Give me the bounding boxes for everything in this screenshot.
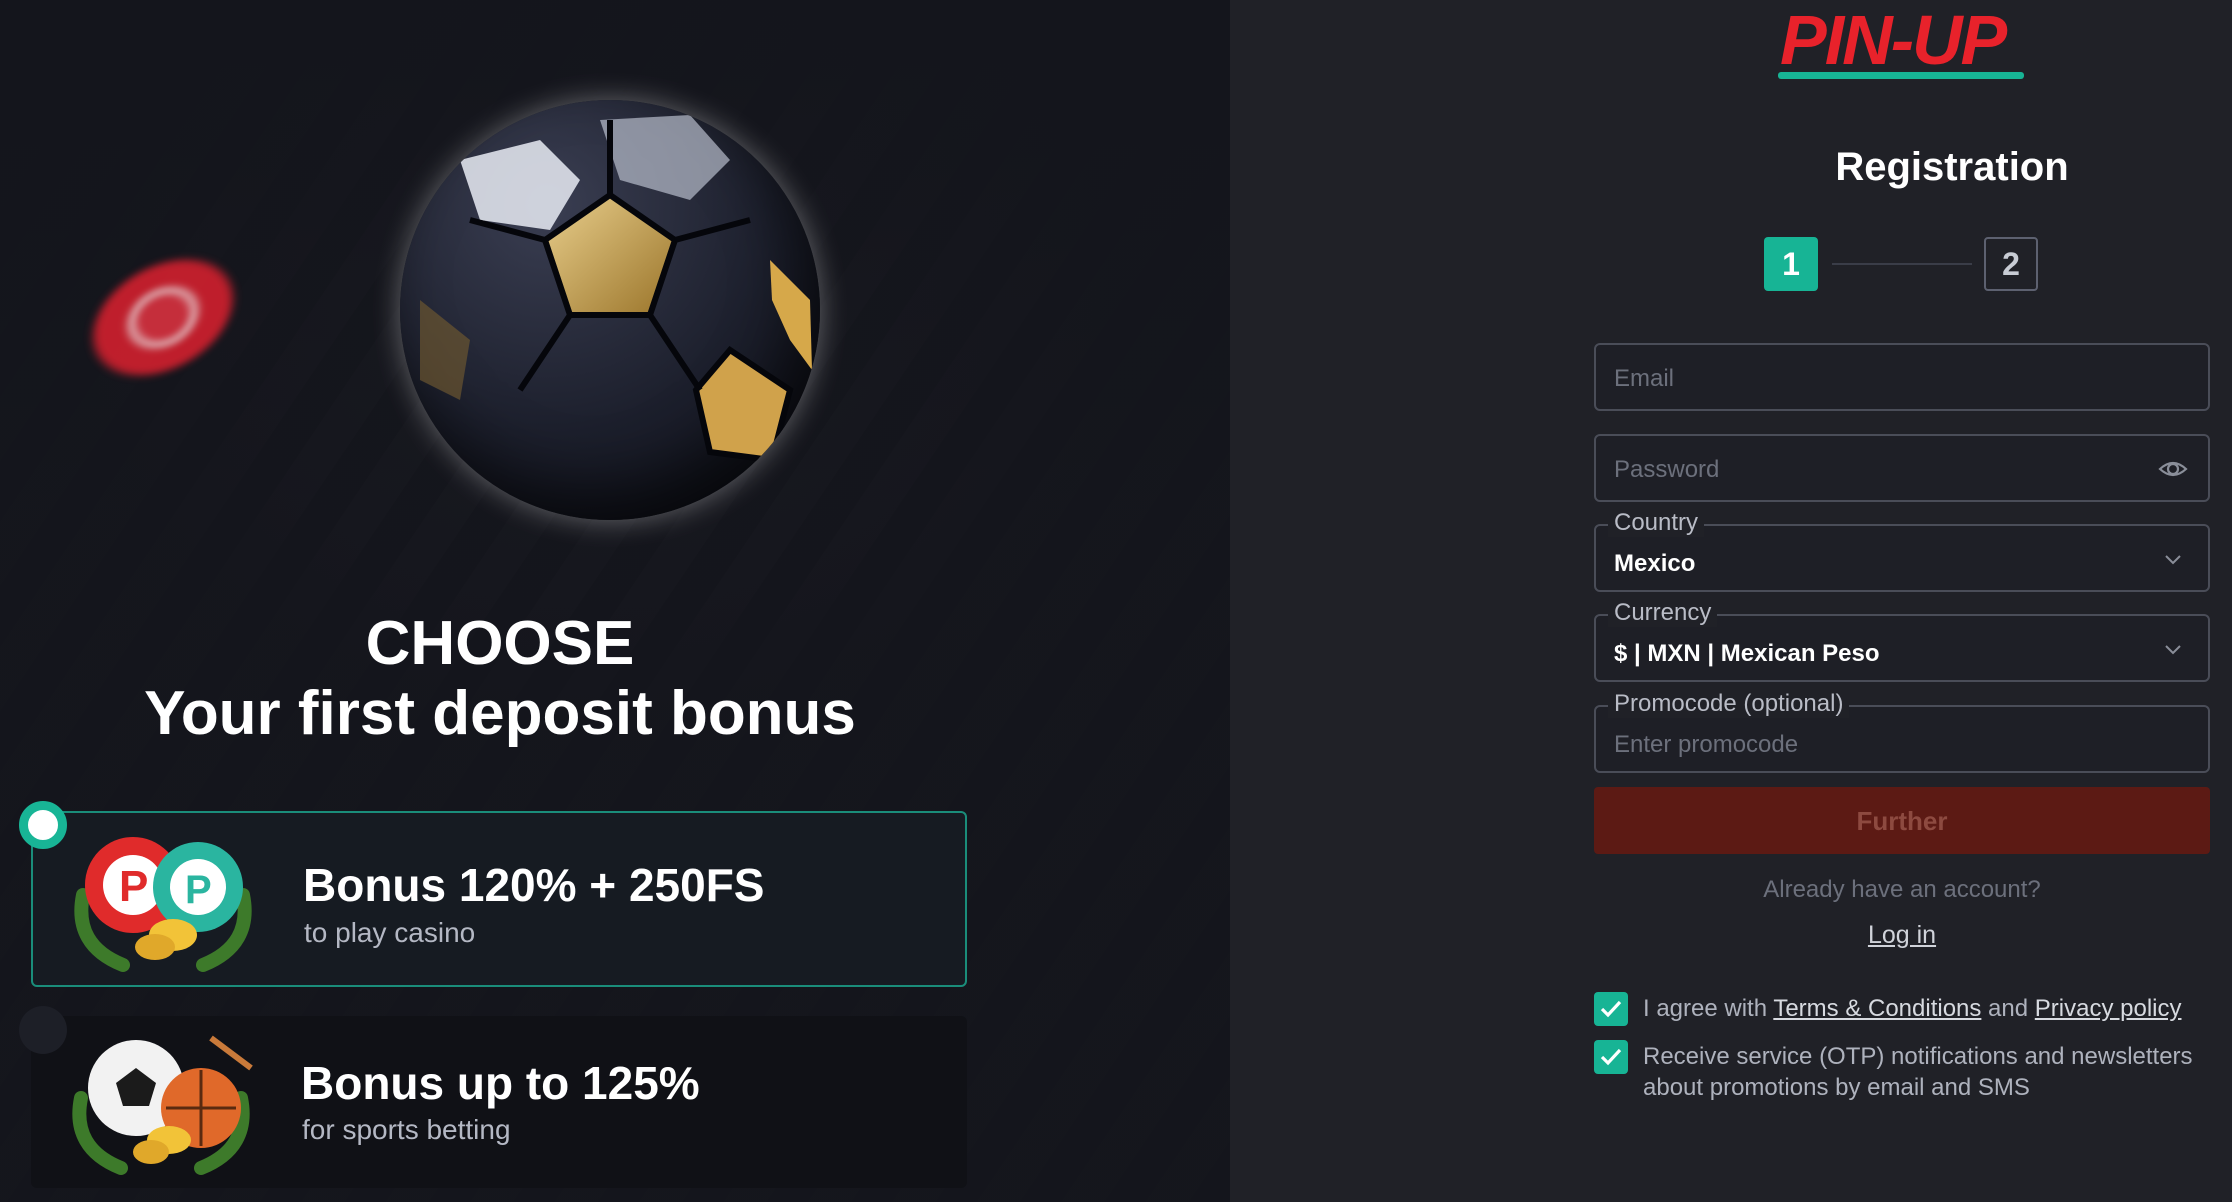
password-field[interactable]: Password <box>1594 434 2210 502</box>
privacy-link[interactable]: Privacy policy <box>2035 995 2182 1022</box>
country-select[interactable]: Country Mexico <box>1594 509 2210 592</box>
terms-link[interactable]: Terms & Conditions <box>1773 995 1981 1022</box>
registration-panel: PIN-UP Registration 1 2 Email Password C… <box>1230 0 2232 1202</box>
login-link[interactable]: Log in <box>1868 921 1936 949</box>
email-field[interactable]: Email <box>1594 343 2210 411</box>
sports-bonus-image <box>61 1028 261 1178</box>
soccer-ball-image <box>400 100 820 520</box>
svg-text:PIN-UP: PIN-UP <box>1780 1 2008 79</box>
chevron-down-icon[interactable] <box>2158 636 2188 662</box>
email-placeholder: Email <box>1614 365 1675 392</box>
further-button[interactable]: Further <box>1594 787 2210 854</box>
step-1-indicator: 1 <box>1764 237 1818 291</box>
login-link-wrap: Log in <box>1594 921 2210 950</box>
bonus-title: Bonus 120% + 250FS <box>303 859 765 911</box>
bonus-radio-casino[interactable] <box>19 801 67 849</box>
bonus-subtitle: for sports betting <box>302 1114 511 1145</box>
page-title: Registration <box>1835 145 2069 189</box>
currency-label: Currency <box>1608 599 1718 627</box>
country-value: Mexico <box>1614 550 1696 577</box>
country-label: Country <box>1608 509 1705 537</box>
bonus-option-casino[interactable]: P P Bonus 120% + 250FS to play casino <box>31 811 967 987</box>
password-placeholder: Password <box>1614 456 1720 483</box>
promo-panel: CHOOSE Your first deposit bonus P P Bonu… <box>0 0 1230 1202</box>
check-icon <box>1600 1048 1622 1066</box>
bonus-option-sports[interactable]: Bonus up to 125% for sports betting <box>31 1016 967 1188</box>
bonus-radio-sports[interactable] <box>19 1006 67 1054</box>
chevron-down-icon[interactable] <box>2158 546 2188 572</box>
already-have-account-text: Already have an account? <box>1763 876 2041 903</box>
eye-icon[interactable] <box>2158 456 2188 482</box>
promocode-label: Promocode (optional) <box>1608 690 1850 718</box>
bonus-subtitle: to play casino <box>304 917 476 948</box>
promocode-placeholder: Enter promocode <box>1614 731 1799 758</box>
step-connector <box>1832 263 1972 265</box>
promocode-field[interactable]: Promocode (optional) Enter promocode <box>1594 690 2210 773</box>
newsletter-checkbox[interactable] <box>1594 1040 1628 1074</box>
newsletter-agreement-text: Receive service (OTP) notifications and … <box>1643 1043 2193 1101</box>
step-2-indicator: 2 <box>1984 237 2038 291</box>
bonus-title: Bonus up to 125% <box>301 1057 700 1109</box>
promo-subheadline: Your first deposit bonus <box>144 679 856 748</box>
terms-checkbox[interactable] <box>1594 992 1628 1026</box>
currency-value: $ | MXN | Mexican Peso <box>1614 640 1880 667</box>
svg-text:P: P <box>185 868 212 912</box>
currency-select[interactable]: Currency $ | MXN | Mexican Peso <box>1594 599 2210 682</box>
promo-headline: CHOOSE <box>365 609 635 678</box>
pin-up-logo[interactable]: PIN-UP <box>1778 0 2028 82</box>
terms-agreement-text: I agree with Terms & Conditions and Priv… <box>1643 995 2182 1022</box>
check-icon <box>1600 1000 1622 1018</box>
casino-bonus-image: P P <box>63 825 263 975</box>
svg-text:P: P <box>119 862 148 911</box>
